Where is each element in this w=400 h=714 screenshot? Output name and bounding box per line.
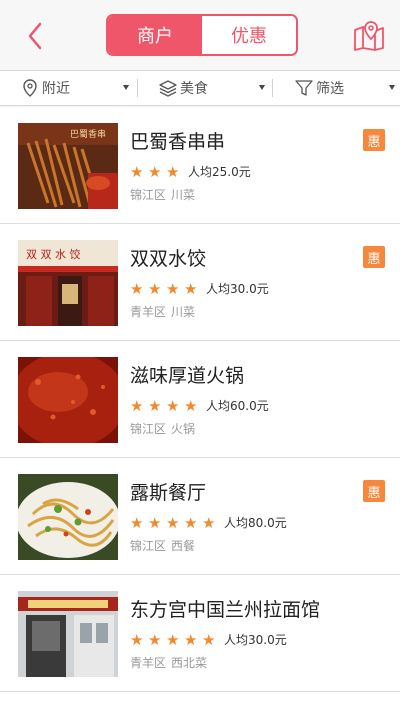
merchant-location: 青羊区 川菜 (130, 303, 195, 320)
merchant-name: 东方宫中国兰州拉面馆 (130, 599, 321, 621)
list-item[interactable]: 东方宫中国兰州拉面馆 ★ ★ ★ ★ ★ 人均30.0元 青羊区 西北菜 (0, 575, 400, 692)
star-icon: ★ (184, 631, 198, 649)
location-pin-icon (23, 79, 37, 97)
cuisine: 西北菜 (171, 656, 208, 670)
star-icon: ★ (166, 280, 180, 298)
list-item[interactable] (0, 692, 400, 714)
cuisine: 川菜 (171, 188, 196, 202)
chevron-down-icon (123, 85, 129, 90)
district: 锦江区 (130, 422, 167, 436)
average-price: 人均30.0元 (206, 282, 269, 296)
star-icon: ★ (148, 397, 162, 415)
star-icon: ★ (148, 631, 162, 649)
merchant-photo (18, 357, 118, 443)
star-rating: ★ ★ ★ ★ ★ (130, 630, 220, 649)
merchant-location: 青羊区 西北菜 (130, 654, 207, 671)
rating-row: ★ ★ ★ ★ 人均30.0元 (130, 279, 269, 298)
tab-merchants[interactable]: 商户 (108, 16, 202, 54)
chevron-down-icon (259, 85, 265, 90)
star-icon: ★ (184, 397, 198, 415)
star-rating: ★ ★ ★ ★ (130, 279, 202, 298)
star-rating: ★ ★ ★ (130, 162, 184, 181)
star-icon: ★ (202, 631, 216, 649)
district: 锦江区 (130, 539, 167, 553)
list-item[interactable]: 露斯餐厅 ★ ★ ★ ★ ★ 人均80.0元 锦江区 西餐 惠 (0, 458, 400, 575)
star-icon: ★ (166, 397, 180, 415)
divider (272, 79, 273, 97)
star-rating: ★ ★ ★ ★ ★ (130, 513, 220, 532)
shop-sign-text: 巴蜀香串 (70, 129, 106, 140)
funnel-icon (295, 80, 313, 96)
map-location-icon[interactable] (352, 18, 386, 52)
star-icon: ★ (148, 514, 162, 532)
rating-row: ★ ★ ★ 人均25.0元 (130, 162, 251, 181)
merchant-photo: 巴蜀香串 (18, 123, 118, 209)
rating-row: ★ ★ ★ ★ ★ 人均80.0元 (130, 513, 287, 532)
divider (137, 79, 138, 97)
layers-icon (159, 80, 177, 97)
average-price: 人均25.0元 (188, 165, 251, 179)
filter-screen-label: 筛选 (316, 81, 344, 97)
rating-row: ★ ★ ★ ★ 人均60.0元 (130, 396, 269, 415)
district: 青羊区 (130, 656, 167, 670)
chevron-down-icon (389, 85, 395, 90)
top-navbar: 商户 优惠 (0, 0, 400, 70)
filter-nearby-label: 附近 (42, 81, 70, 97)
star-icon: ★ (166, 631, 180, 649)
cuisine: 西餐 (171, 539, 196, 553)
filter-category-label: 美食 (180, 81, 208, 97)
merchant-location: 锦江区 西餐 (130, 537, 195, 554)
cuisine: 川菜 (171, 305, 196, 319)
star-icon: ★ (130, 631, 144, 649)
merchant-photo (18, 591, 118, 677)
district: 青羊区 (130, 305, 167, 319)
star-rating: ★ ★ ★ ★ (130, 396, 202, 415)
star-icon: ★ (130, 280, 144, 298)
star-icon: ★ (148, 163, 162, 181)
rating-row: ★ ★ ★ ★ ★ 人均30.0元 (130, 630, 287, 649)
tab-deals[interactable]: 优惠 (202, 16, 296, 54)
promo-badge: 惠 (363, 246, 385, 268)
star-icon: ★ (148, 280, 162, 298)
merchant-list: 巴蜀香串 巴蜀香串串 ★ ★ ★ 人均25.0元 锦江区 川菜 惠 双 双 水 … (0, 107, 400, 714)
merchant-name: 滋味厚道火锅 (130, 365, 245, 387)
shop-sign-text: 双 双 水 饺 (26, 247, 81, 261)
star-icon: ★ (130, 397, 144, 415)
list-item[interactable]: 滋味厚道火锅 ★ ★ ★ ★ 人均60.0元 锦江区 火锅 (0, 341, 400, 458)
merchant-location: 锦江区 火锅 (130, 420, 195, 437)
segment-control: 商户 优惠 (106, 14, 298, 56)
list-item[interactable]: 双 双 水 饺 双双水饺 ★ ★ ★ ★ 人均30.0元 青羊区 川菜 惠 (0, 224, 400, 341)
star-icon: ★ (130, 514, 144, 532)
merchant-location: 锦江区 川菜 (130, 186, 195, 203)
filter-category[interactable]: 美食 (158, 71, 208, 105)
star-icon: ★ (130, 163, 144, 181)
average-price: 人均80.0元 (224, 516, 287, 530)
chevron-left-icon[interactable] (22, 18, 52, 54)
merchant-name: 巴蜀香串串 (130, 131, 226, 153)
cuisine: 火锅 (171, 422, 196, 436)
district: 锦江区 (130, 188, 167, 202)
list-item[interactable]: 巴蜀香串 巴蜀香串串 ★ ★ ★ 人均25.0元 锦江区 川菜 惠 (0, 107, 400, 224)
filter-screen[interactable]: 筛选 (294, 71, 344, 105)
promo-badge: 惠 (363, 129, 385, 151)
star-icon: ★ (184, 280, 198, 298)
merchant-name: 露斯餐厅 (130, 482, 207, 504)
star-icon: ★ (166, 163, 180, 181)
filter-nearby[interactable]: 附近 (20, 71, 70, 105)
merchant-photo: 双 双 水 饺 (18, 240, 118, 326)
average-price: 人均60.0元 (206, 399, 269, 413)
promo-badge: 惠 (363, 480, 385, 502)
star-icon: ★ (166, 514, 180, 532)
merchant-photo (18, 474, 118, 560)
star-icon: ★ (184, 514, 198, 532)
star-icon: ★ (202, 514, 216, 532)
average-price: 人均30.0元 (224, 633, 287, 647)
merchant-name: 双双水饺 (130, 248, 207, 270)
filter-bar: 附近 美食 筛选 (0, 70, 400, 106)
